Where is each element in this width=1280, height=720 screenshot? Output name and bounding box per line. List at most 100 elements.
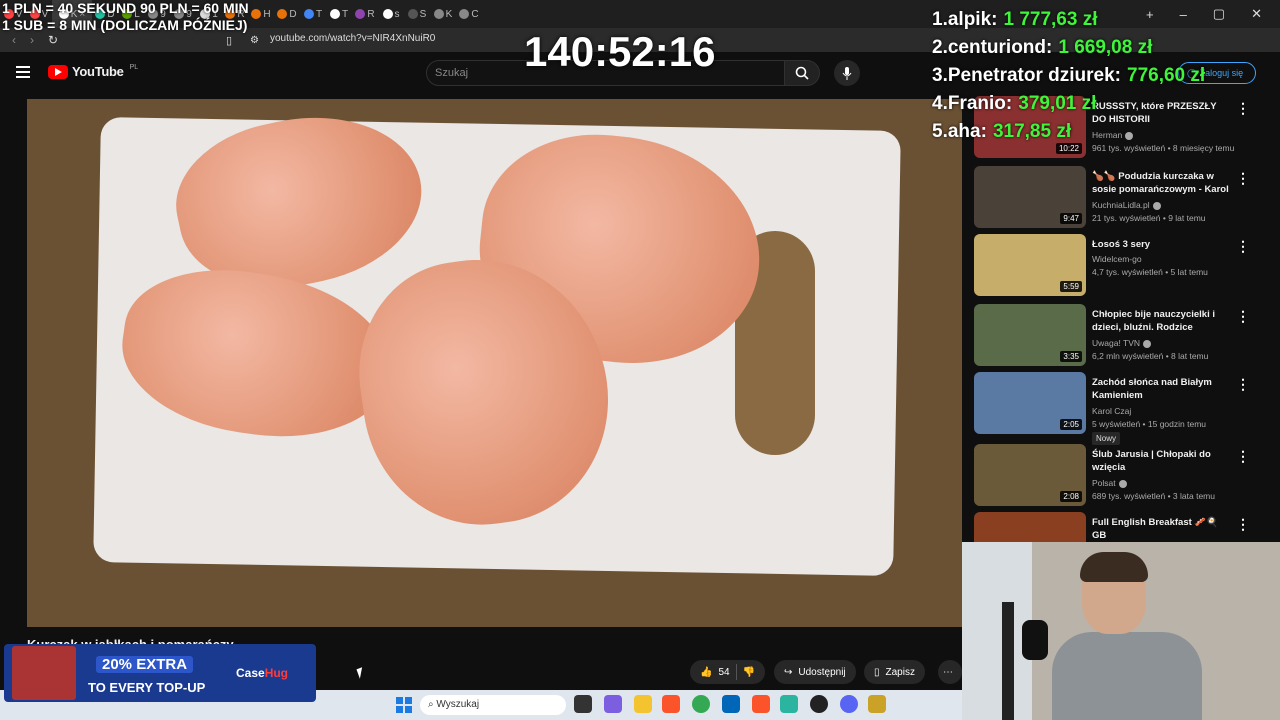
ad-brand-b: Hug — [264, 666, 289, 680]
donation-rates-overlay: 1 PLN = 40 SEKUND 90 PLN = 60 MIN 1 SUB … — [2, 0, 249, 34]
recommended-video[interactable]: 2:05 Zachód słońca nad Białym Kamieniem Ka… — [974, 372, 1274, 445]
video-thumbnail[interactable]: 2:05 — [974, 372, 1086, 434]
reload-icon[interactable]: ↻ — [48, 33, 58, 47]
bookmark-icon[interactable]: ▯ — [226, 34, 232, 47]
microphone-icon — [842, 67, 852, 80]
more-options-icon[interactable]: ⋮ — [1236, 376, 1250, 393]
discord-icon[interactable] — [840, 695, 858, 713]
leaderboard-rank: 3. — [932, 65, 948, 86]
video-player[interactable] — [27, 99, 962, 627]
tab-label: R — [367, 8, 375, 20]
browser-tab[interactable]: T — [300, 0, 326, 28]
channel-name[interactable]: Polsat — [1092, 478, 1127, 488]
url-text[interactable]: youtube.com/watch?v=NIR4XnNuiR0 — [270, 33, 435, 44]
video-title[interactable]: Zachód słońca nad Białym Kamieniem — [1092, 376, 1232, 402]
voice-search-button[interactable] — [834, 60, 860, 86]
more-options-icon[interactable]: ⋮ — [1236, 238, 1250, 255]
save-icon: ▯ — [874, 666, 880, 678]
leaderboard-amount: 1 777,63 zł — [1003, 9, 1098, 30]
recommended-video[interactable]: 2:08 Ślub Jarusia | Chłopaki do wzięcia Po… — [974, 444, 1274, 508]
browser-tab[interactable]: C — [456, 0, 482, 28]
divider — [735, 664, 737, 680]
brave-active-icon[interactable] — [752, 695, 770, 713]
task-view-icon[interactable] — [574, 695, 592, 713]
channel-name[interactable]: Uwaga! TVN — [1092, 338, 1152, 348]
taskbar-search-input[interactable]: ⌕ Wyszukaj — [420, 695, 566, 715]
ad-brand-a: Case — [236, 666, 265, 680]
browser-tab[interactable]: R — [352, 0, 378, 28]
more-options-icon[interactable]: ⋮ — [1236, 516, 1250, 533]
leaderboard-row: 4.Franio: 379,01 zł — [932, 90, 1205, 118]
more-options-icon[interactable]: ⋮ — [1236, 308, 1250, 325]
windows-start-icon[interactable] — [396, 697, 412, 713]
browser-tab[interactable]: S — [404, 0, 430, 28]
save-label: Zapisz — [885, 666, 915, 678]
video-meta: 689 tys. wyświetleń • 3 lata temu — [1092, 491, 1215, 501]
browser-tab[interactable]: K — [430, 0, 456, 28]
app-icon[interactable] — [868, 695, 886, 713]
leaderboard-name: aha: — [947, 121, 987, 142]
dislike-icon[interactable]: 👎 — [743, 667, 755, 678]
maximize-button[interactable]: ▢ — [1213, 6, 1225, 22]
browser-tab[interactable]: H — [248, 0, 274, 28]
share-icon: ↪ — [784, 666, 793, 678]
video-meta: 5 wyświetleń • 15 godzin temu — [1092, 419, 1207, 429]
recommended-video[interactable]: 3:35 Chłopiec bije nauczycielki i dzieci,… — [974, 304, 1274, 368]
video-thumbnail[interactable]: 2:08 — [974, 444, 1086, 506]
like-dislike-group[interactable]: 👍 54 👎 — [690, 660, 766, 684]
recommended-video[interactable]: 5:59 Łosoś 3 sery Widelcem-go 4,7 tys. wyśw… — [974, 234, 1274, 298]
rates-line-1: 1 PLN = 40 SEKUND 90 PLN = 60 MIN — [2, 0, 249, 16]
channel-name[interactable]: Karol Czaj — [1092, 406, 1131, 416]
video-title[interactable]: Full English Breakfast 🥓🍳 GB — [1092, 516, 1232, 542]
forward-icon[interactable]: › — [30, 33, 34, 47]
copilot-icon[interactable] — [604, 695, 622, 713]
chrome-icon[interactable] — [692, 695, 710, 713]
webcam-feed — [962, 542, 1280, 720]
video-duration: 5:59 — [1060, 281, 1082, 292]
more-options-icon[interactable]: ⋮ — [1236, 100, 1250, 117]
ad-headline: 20% EXTRA — [96, 656, 194, 673]
browser-tab[interactable]: s — [378, 0, 404, 28]
channel-name[interactable]: KuchniaLidla.pl — [1092, 200, 1161, 210]
more-options-icon[interactable]: ⋮ — [1236, 170, 1250, 187]
tab-label: S — [419, 8, 427, 20]
browser-tab[interactable]: D — [274, 0, 300, 28]
brave-browser-icon[interactable] — [662, 695, 680, 713]
app-icon[interactable] — [780, 695, 798, 713]
tab-favicon-icon — [433, 9, 444, 19]
casehug-ad-banner[interactable]: 20% EXTRA TO EVERY TOP-UP CaseHug — [4, 644, 316, 702]
menu-icon[interactable] — [16, 66, 30, 78]
share-button[interactable]: ↪ Udostępnij — [774, 660, 856, 684]
video-thumbnail[interactable]: 3:35 — [974, 304, 1086, 366]
video-thumbnail[interactable]: 9:47 — [974, 166, 1086, 228]
leaderboard-name: Franio: — [947, 93, 1013, 114]
back-icon[interactable]: ‹ — [12, 33, 16, 47]
leaderboard-name: Penetrator dziurek: — [947, 65, 1122, 86]
video-title[interactable]: Łosoś 3 sery — [1092, 238, 1232, 251]
leaderboard-rank: 2. — [932, 37, 948, 58]
video-thumbnail[interactable] — [974, 512, 1086, 542]
like-icon[interactable]: 👍 — [700, 667, 712, 678]
video-duration: 2:05 — [1060, 419, 1082, 430]
site-info-icon[interactable]: ⚙ — [250, 35, 259, 46]
tab-favicon-icon — [459, 9, 470, 19]
recommended-video[interactable]: Full English Breakfast 🥓🍳 GBNotorious Fo… — [974, 512, 1274, 542]
video-title[interactable]: Chłopiec bije nauczycielki i dzieci, blu… — [1092, 308, 1232, 334]
close-window-button[interactable]: ✕ — [1251, 6, 1262, 22]
leaderboard-name: alpik: — [947, 9, 998, 30]
obs-icon[interactable] — [810, 695, 828, 713]
video-title[interactable]: 🍗🍗 Podudzia kurczaka w sosie pomarańczow… — [1092, 170, 1232, 196]
ad-brand: CaseHug — [236, 666, 288, 680]
channel-name[interactable]: Widelcem-go — [1092, 254, 1142, 264]
more-options-icon[interactable]: ⋮ — [1236, 448, 1250, 465]
more-actions-button[interactable]: ⋯ — [938, 660, 962, 684]
store-icon[interactable] — [722, 695, 740, 713]
search-button[interactable] — [784, 60, 820, 86]
youtube-logo[interactable]: YouTube PL — [48, 64, 138, 79]
video-title[interactable]: Ślub Jarusia | Chłopaki do wzięcia — [1092, 448, 1232, 474]
file-explorer-icon[interactable] — [634, 695, 652, 713]
recommended-video[interactable]: 9:47 🍗🍗 Podudzia kurczaka w sosie pomarań… — [974, 166, 1274, 230]
browser-tab[interactable]: T — [326, 0, 352, 28]
video-thumbnail[interactable]: 5:59 — [974, 234, 1086, 296]
save-button[interactable]: ▯ Zapisz — [864, 660, 925, 684]
